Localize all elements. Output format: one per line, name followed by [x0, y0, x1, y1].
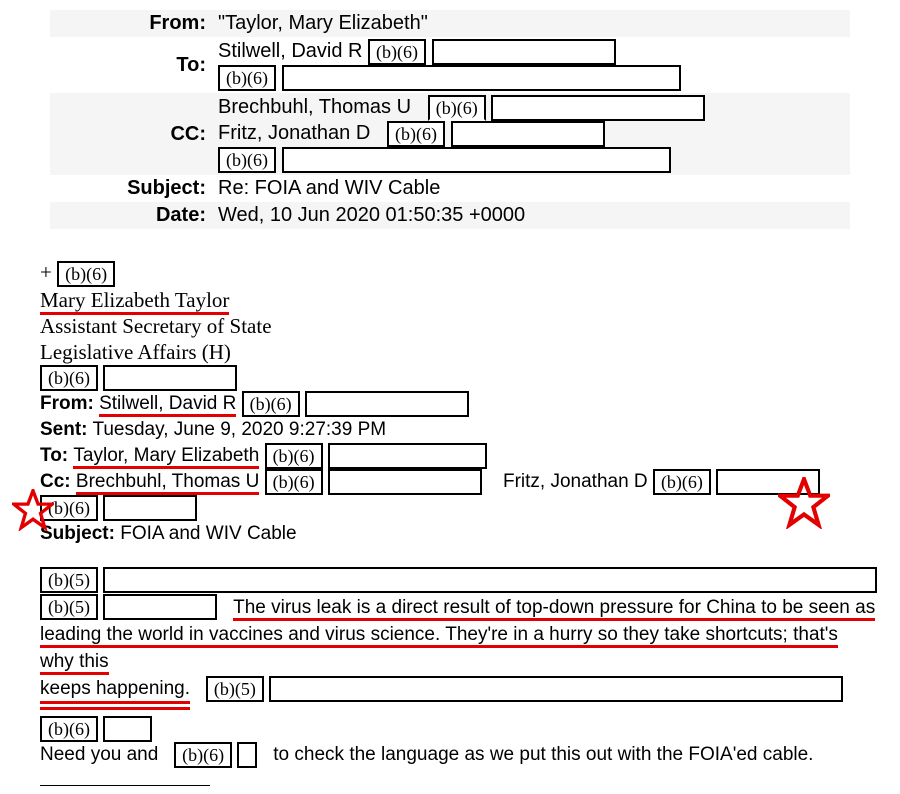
from-label: From:: [50, 10, 212, 37]
redaction-box: [328, 443, 487, 469]
quoted-to-name: Taylor, Mary Elizabeth: [73, 445, 259, 469]
redaction-box: [491, 95, 705, 121]
redaction-b5: (b)(5): [40, 567, 98, 593]
quoted-sent-value: Tuesday, June 9, 2020 9:27:39 PM: [92, 419, 386, 440]
redaction-b6: (b)(6): [428, 95, 486, 121]
sig-name: Mary Elizabeth Taylor: [40, 288, 229, 315]
cc-name-2: Fritz, Jonathan D: [218, 123, 370, 145]
from-value: "Taylor, Mary Elizabeth": [212, 10, 850, 37]
star-icon: [778, 477, 830, 529]
redaction-box: [282, 147, 671, 173]
redaction-box: [328, 469, 482, 495]
redaction-box: [103, 495, 197, 521]
redaction-b6: (b)(6): [368, 39, 426, 65]
cc-name-1: Brechbuhl, Thomas U: [218, 97, 411, 119]
body-text: Need you and: [40, 744, 158, 765]
redaction-b6: (b)(6): [57, 261, 115, 287]
redaction-b6: (b)(6): [265, 443, 323, 469]
sig-office: Legislative Affairs (H): [40, 340, 231, 364]
redaction-box: [432, 39, 616, 65]
redaction-b6: (b)(6): [242, 391, 300, 417]
redaction-box: [305, 391, 469, 417]
date-value: Wed, 10 Jun 2020 01:50:35 +0000: [212, 202, 850, 229]
redaction-b6: (b)(6): [653, 469, 711, 495]
quoted-from-label: From:: [40, 393, 94, 414]
separator-line: [40, 785, 210, 786]
quoted-from-name: Stilwell, David R: [99, 393, 236, 417]
signature-block: + (b)(6) Mary Elizabeth Taylor Assistant…: [40, 259, 870, 365]
body-text: The virus leak is a direct result of top…: [233, 597, 875, 621]
quoted-cc-name-2: Fritz, Jonathan D: [503, 471, 648, 492]
quoted-subject-value: FOIA and WIV Cable: [120, 523, 296, 544]
redaction-box: [103, 716, 152, 742]
redaction-box: [269, 676, 843, 702]
quoted-to-label: To:: [40, 445, 68, 466]
plus-sign: +: [40, 260, 52, 284]
redaction-b5: (b)(5): [40, 594, 98, 620]
cc-label: CC:: [50, 93, 212, 175]
redaction-box: [237, 742, 257, 768]
redaction-b6: (b)(6): [40, 716, 98, 742]
body-text: leading the world in vaccines and virus …: [40, 624, 445, 648]
redaction-b6: (b)(6): [218, 65, 276, 91]
email-header-table: From: "Taylor, Mary Elizabeth" To: Stilw…: [50, 10, 850, 229]
redaction-b6: (b)(6): [174, 742, 232, 768]
redaction-box: [451, 121, 605, 147]
subject-label: Subject:: [50, 175, 212, 202]
to-label: To:: [50, 37, 212, 93]
quoted-sent-label: Sent:: [40, 419, 88, 440]
to-value: Stilwell, David R (b)(6) (b)(6): [212, 37, 850, 93]
redaction-b5: (b)(5): [206, 676, 264, 702]
redaction-box: [103, 365, 237, 391]
body-text: to check the language as we put this out…: [273, 744, 813, 765]
quoted-cc-name-1: Brechbuhl, Thomas U: [76, 471, 259, 495]
redaction-b6: (b)(6): [40, 365, 98, 391]
email-body: + (b)(6) Mary Elizabeth Taylor Assistant…: [40, 259, 870, 794]
to-name-1: Stilwell, David R: [218, 41, 362, 63]
redaction-box: [103, 594, 217, 620]
redaction-b6: (b)(6): [218, 147, 276, 173]
date-label: Date:: [50, 202, 212, 229]
body-text: keeps happening.: [40, 675, 190, 702]
redaction-b6: (b)(6): [387, 121, 445, 147]
redaction-box: [103, 567, 877, 593]
redaction-box: [282, 65, 681, 91]
subject-value: Re: FOIA and WIV Cable: [212, 175, 850, 202]
sig-title: Assistant Secretary of State: [40, 314, 272, 338]
cc-value: Brechbuhl, Thomas U (b)(6) Fritz, Jonath…: [212, 93, 850, 175]
redaction-b6: (b)(6): [265, 469, 323, 495]
star-icon: [12, 489, 54, 531]
